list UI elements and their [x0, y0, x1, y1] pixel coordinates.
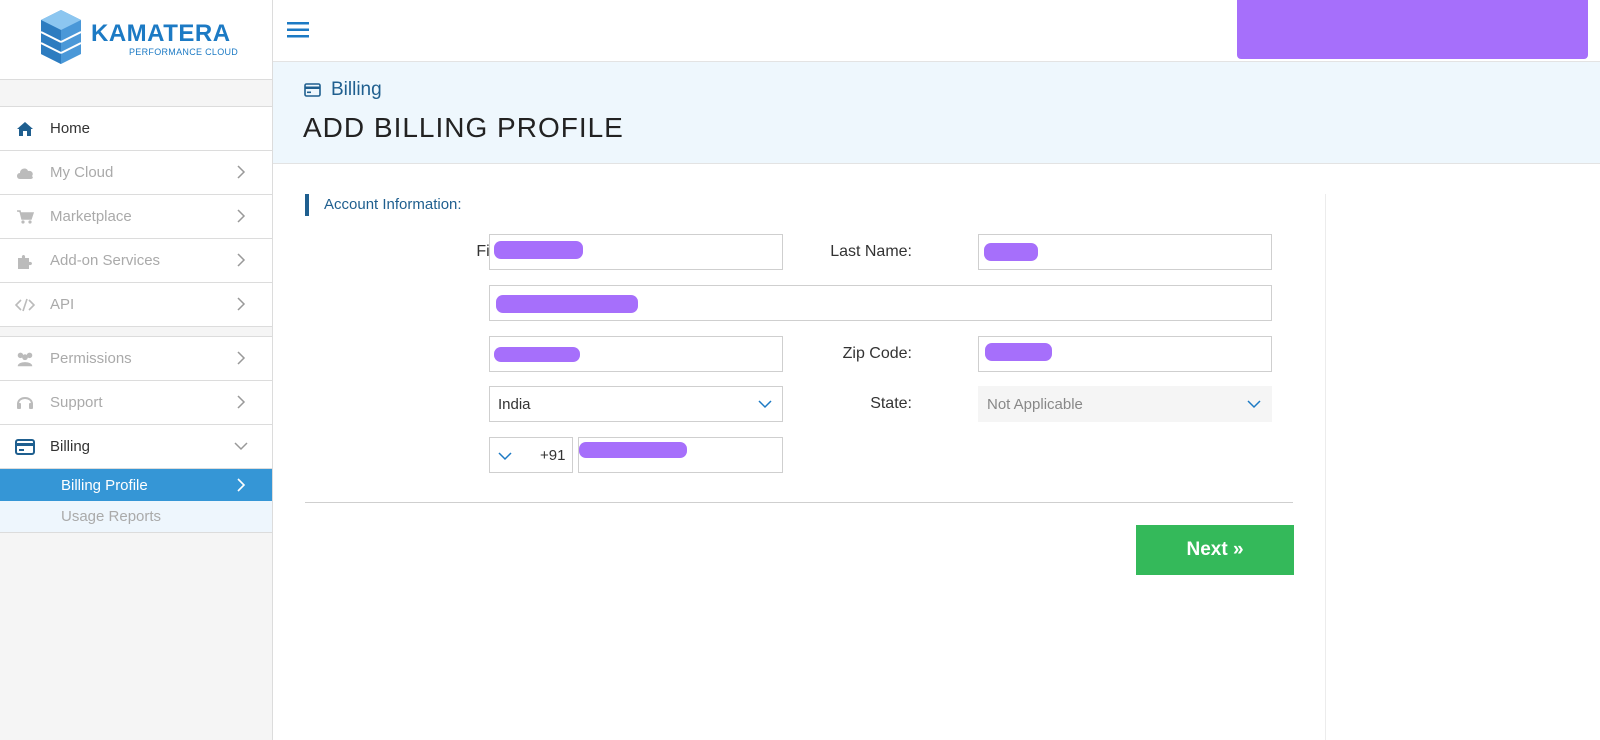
redacted-value [984, 243, 1038, 261]
code-icon [15, 295, 35, 315]
sidebar-item-support[interactable]: Support [0, 381, 272, 425]
sidebar-item-add-on-services[interactable]: Add-on Services [0, 239, 272, 283]
sidebar-item-label: Marketplace [50, 208, 132, 225]
first-name-field[interactable] [489, 234, 783, 270]
sidebar-item-marketplace[interactable]: Marketplace [0, 195, 272, 239]
redacted-value [579, 442, 687, 458]
chevron-down-icon [1247, 400, 1261, 409]
cloud-icon [15, 163, 35, 183]
redacted-value [496, 295, 638, 313]
chevron-right-icon [237, 478, 246, 492]
column-divider [1325, 194, 1326, 740]
sidebar-item-api[interactable]: API [0, 283, 272, 327]
brand-tagline: PERFORMANCE CLOUD [129, 47, 239, 57]
state-select[interactable]: Not Applicable [978, 386, 1272, 422]
last-name-field[interactable] [978, 234, 1272, 270]
sidebar-item-my-cloud[interactable]: My Cloud [0, 151, 272, 195]
sidebar-item-label: Support [50, 394, 103, 411]
form-divider [305, 502, 1293, 503]
hamburger-menu-icon[interactable] [287, 21, 311, 39]
chevron-down-icon [498, 452, 512, 461]
sidebar-item-label: Permissions [50, 350, 132, 367]
sidebar-item-label: Home [50, 120, 91, 137]
sidebar-item-label: Add-on Services [50, 252, 161, 269]
sidebar-subitem-usage-reports[interactable]: Usage Reports [0, 501, 272, 533]
sidebar-item-home[interactable]: Home [0, 107, 272, 151]
sidebar-divider [0, 327, 272, 337]
phone-number-field[interactable] [578, 437, 783, 473]
chevron-right-icon [237, 297, 246, 311]
credit-card-icon [304, 83, 321, 97]
last-name-label: Last Name: [830, 243, 912, 260]
phone-code-value: +91 [540, 447, 566, 464]
chevron-right-icon [237, 165, 246, 179]
chevron-right-icon [237, 253, 246, 267]
page-header: Billing ADD BILLING PROFILE [273, 62, 1600, 164]
chevron-right-icon [237, 395, 246, 409]
sidebar-subitem-billing-profile[interactable]: Billing Profile [0, 469, 272, 501]
country-select[interactable]: India [489, 386, 783, 422]
sidebar-subitem-label: Usage Reports [61, 508, 162, 525]
page-title: ADD BILLING PROFILE [303, 112, 624, 143]
top-bar [273, 0, 1600, 62]
address-field[interactable] [489, 285, 1272, 321]
breadcrumb-label[interactable]: Billing [331, 79, 382, 101]
chevron-down-icon [234, 442, 248, 451]
city-field[interactable] [489, 336, 783, 372]
nav-group-main: Home My Cloud Marketplace Add-on Service… [0, 106, 272, 327]
nav-group-secondary: Permissions Support Billing Billing Prof… [0, 337, 272, 533]
sidebar-subitem-label: Billing Profile [61, 476, 148, 494]
sidebar-item-label: API [50, 296, 75, 313]
users-icon [15, 349, 35, 369]
home-icon [15, 119, 35, 139]
zip-code-label: Zip Code: [842, 345, 912, 362]
sidebar-item-label: My Cloud [50, 164, 114, 181]
user-account-area-redacted[interactable] [1237, 0, 1588, 59]
logo-cube-icon [41, 10, 81, 64]
billing-form: Account Information: First Name: Last Na… [273, 164, 1600, 740]
state-label: State: [870, 395, 912, 412]
section-title: Account Information: [305, 194, 462, 216]
puzzle-icon [15, 251, 35, 271]
chevron-right-icon [237, 209, 246, 223]
sidebar-item-label: Billing [50, 438, 91, 455]
cart-icon [15, 207, 35, 227]
headset-icon [15, 393, 35, 413]
zip-code-field[interactable] [978, 336, 1272, 372]
chevron-right-icon [237, 351, 246, 365]
sidebar-item-permissions[interactable]: Permissions [0, 337, 272, 381]
logo[interactable]: KAMATERA PERFORMANCE CLOUD [0, 0, 272, 80]
country-value: India [498, 396, 531, 413]
sidebar: KAMATERA PERFORMANCE CLOUD Home My Cloud… [0, 0, 273, 740]
brand-name: KAMATERA [91, 20, 231, 47]
credit-card-icon [15, 437, 35, 457]
redacted-value [985, 343, 1052, 361]
sidebar-item-billing[interactable]: Billing [0, 425, 272, 469]
redacted-value [494, 241, 583, 259]
phone-country-code-select[interactable]: +91 [489, 437, 573, 473]
state-value: Not Applicable [987, 396, 1083, 413]
redacted-value [494, 347, 580, 362]
breadcrumb: Billing [304, 79, 382, 101]
next-button[interactable]: Next » [1136, 525, 1294, 575]
